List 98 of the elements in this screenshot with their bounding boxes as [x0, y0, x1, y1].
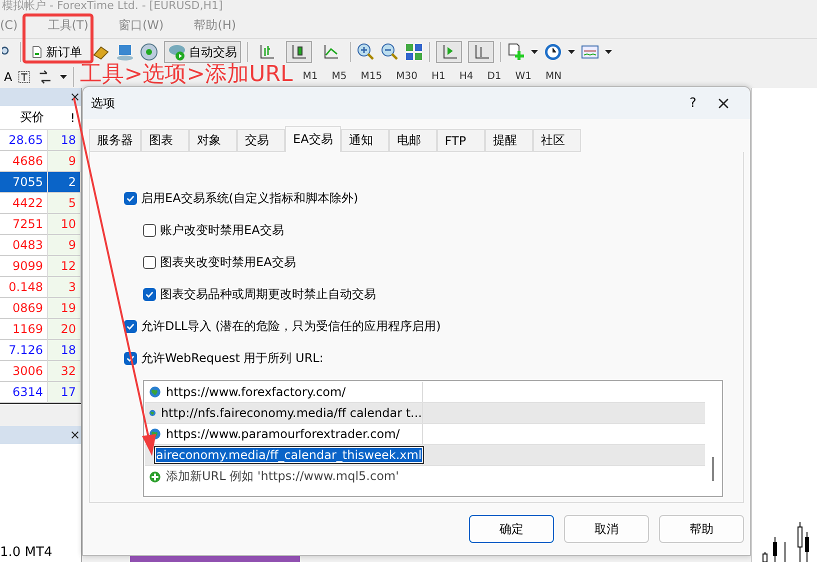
- bid-cell: 4686: [0, 151, 48, 172]
- monitor-icon: [116, 43, 134, 61]
- timeframe-button[interactable]: H4: [455, 71, 478, 82]
- globe-icon: [149, 386, 161, 398]
- new-order-button[interactable]: 新订单: [27, 41, 86, 63]
- dialog-button[interactable]: 帮助: [659, 515, 744, 543]
- spread-cell: 3: [48, 277, 81, 298]
- timeframe-button[interactable]: M15: [356, 71, 386, 82]
- checkbox[interactable]: [124, 320, 137, 332]
- close-icon[interactable]: [71, 93, 79, 101]
- spread-cell: 9: [48, 151, 81, 172]
- checkbox[interactable]: [124, 192, 137, 204]
- tab[interactable]: 提醒: [484, 129, 533, 152]
- tile-windows-icon: [405, 43, 423, 61]
- scrollbar-thumb[interactable]: [712, 457, 714, 481]
- spread-cell: 12: [48, 256, 81, 277]
- dialog-button[interactable]: 取消: [564, 515, 649, 543]
- checkbox[interactable]: [143, 288, 156, 300]
- bid-cell: 6314: [0, 382, 48, 403]
- indicator-window-icon: [581, 43, 599, 61]
- timeframe-button[interactable]: H1: [427, 71, 450, 82]
- annotation-frame: [22, 13, 94, 64]
- timeframe-button[interactable]: M30: [392, 71, 422, 82]
- timeframe-button[interactable]: D1: [483, 71, 506, 82]
- bid-cell: 4422: [0, 193, 48, 214]
- scroll-toggle-button[interactable]: [468, 41, 494, 63]
- bid-cell: 7055: [0, 172, 48, 193]
- chart-type-button[interactable]: [286, 41, 312, 63]
- candlestick-icon: [290, 43, 308, 61]
- caret-icon[interactable]: [605, 50, 612, 54]
- tab[interactable]: 交易: [237, 129, 285, 152]
- bid-cell: 9099: [0, 256, 48, 277]
- spread-cell: 18: [48, 130, 81, 151]
- close-icon[interactable]: [71, 431, 79, 439]
- checkbox[interactable]: [143, 224, 156, 236]
- bid-cell: 7.126: [0, 340, 48, 361]
- globe-icon: [149, 407, 156, 419]
- caret-icon[interactable]: [60, 74, 68, 78]
- bid-cell: 0.148: [0, 277, 48, 298]
- tab[interactable]: 对象: [189, 129, 237, 152]
- panel-text: 1.0 MT4: [0, 545, 54, 562]
- timeframe-button[interactable]: MN: [542, 71, 566, 82]
- option-label: 允许DLL导入 (潜在的危险，只为受信任的应用程序启用): [141, 318, 441, 334]
- spread-cell: 19: [48, 298, 81, 319]
- bid-cell: 3006: [0, 361, 48, 382]
- tab[interactable]: 图表: [141, 129, 189, 152]
- auto-trading-button[interactable]: 自动交易: [164, 41, 241, 63]
- document-icon: [31, 44, 43, 60]
- spread-cell: 10: [48, 214, 81, 235]
- zoom-in-icon: [357, 43, 375, 61]
- spread-cell: 32: [48, 361, 81, 382]
- bar-chart-icon: [258, 43, 276, 61]
- bid-cell: 7251: [0, 214, 48, 235]
- add-url-text[interactable]: 添加新URL 例如 'https://www.mql5.com': [166, 468, 399, 485]
- bid-cell: 1169: [0, 319, 48, 340]
- tab[interactable]: 社区: [532, 129, 581, 152]
- caret-icon[interactable]: [531, 50, 538, 54]
- option-label: 图表交易品种或周期更改时禁止自动交易: [160, 286, 376, 302]
- spread-cell: 2: [48, 172, 81, 193]
- spread-cell: 20: [48, 319, 81, 340]
- option-label: 启用EA交易系统(自定义指标和脚本除外): [141, 190, 358, 206]
- clock-icon: [544, 43, 562, 61]
- bid-cell: 28.65: [0, 130, 48, 151]
- timeframe-button[interactable]: M5: [328, 71, 351, 82]
- add-icon: [149, 470, 161, 482]
- checkbox[interactable]: [143, 256, 156, 268]
- tab[interactable]: EA交易: [285, 126, 341, 152]
- window-title: 模拟帐户 - ForexTime Ltd. - [EURUSD,H1]: [2, 0, 223, 12]
- url-input-field[interactable]: aireconomy.media/ff_calendar_thisweek.xml: [154, 446, 424, 464]
- help-button[interactable]: ?: [678, 94, 708, 112]
- bid-cell: 0483: [0, 235, 48, 256]
- tab[interactable]: 服务器: [89, 129, 141, 152]
- tab[interactable]: 电邮: [388, 129, 437, 152]
- option-label: 图表夹改变时禁用EA交易: [160, 254, 296, 270]
- bid-cell: 0869: [0, 298, 48, 319]
- caret-icon[interactable]: [568, 50, 575, 54]
- signal-icon: [140, 43, 158, 61]
- add-document-icon: [507, 43, 525, 61]
- tab[interactable]: FTP: [436, 129, 485, 152]
- timeframe-button[interactable]: M1: [298, 71, 322, 82]
- url-text[interactable]: https://www.forexfactory.com/: [166, 385, 346, 399]
- spread-cell: 18: [48, 340, 81, 361]
- spread-cell: 17: [48, 382, 81, 403]
- line-chart-icon: [322, 43, 340, 61]
- text-tool[interactable]: A: [4, 70, 12, 84]
- option-label: 账户改变时禁用EA交易: [160, 222, 284, 238]
- dialog-button[interactable]: 确定: [469, 515, 554, 543]
- timeframe-button[interactable]: W1: [511, 71, 536, 82]
- spread-cell: 9: [48, 235, 81, 256]
- spread-cell: 5: [48, 193, 81, 214]
- tab[interactable]: 通知: [340, 129, 389, 152]
- option-label: 允许WebRequest 用于所列 URL:: [141, 350, 324, 366]
- annotation-text: 工具>选项>添加URL: [80, 62, 293, 86]
- zoom-out-icon: [381, 43, 399, 61]
- scroll-toggle-button[interactable]: [436, 41, 462, 63]
- url-text[interactable]: https://www.paramourforextrader.com/: [166, 427, 400, 441]
- close-icon[interactable]: [718, 98, 728, 108]
- dialog-title: 选项: [91, 94, 116, 112]
